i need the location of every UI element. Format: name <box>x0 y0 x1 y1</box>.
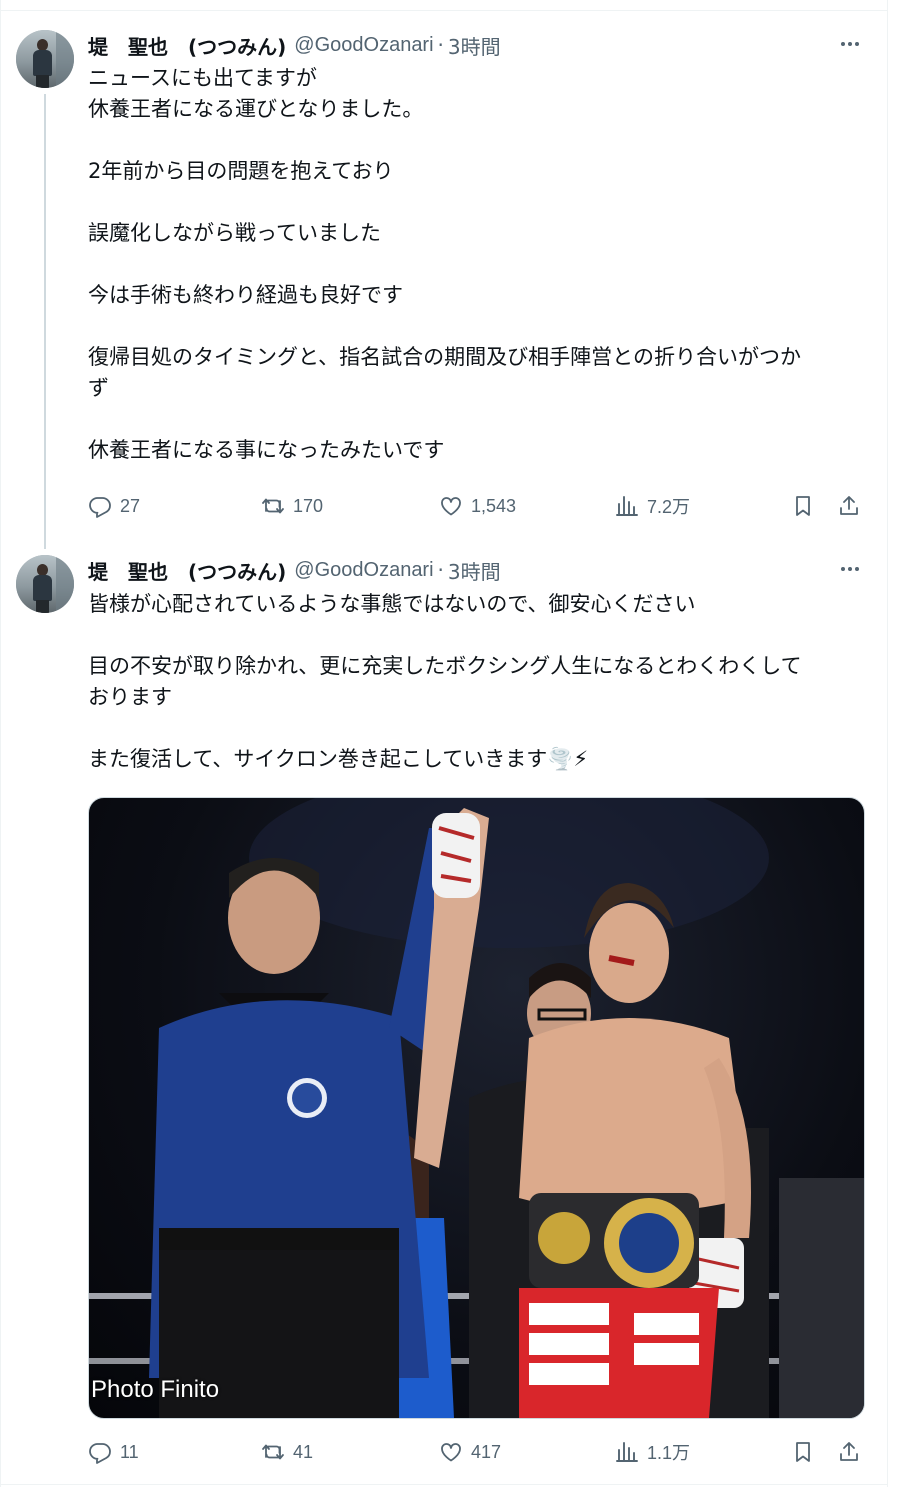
retweet-button[interactable]: 41 <box>261 1437 313 1467</box>
user-handle[interactable]: @GoodOzanari <box>294 559 433 582</box>
more-icon[interactable] <box>838 557 862 581</box>
share-button[interactable] <box>837 491 861 521</box>
avatar[interactable] <box>16 555 74 613</box>
tweet-photo[interactable]: Photo Finito <box>88 797 865 1419</box>
view-count: 7.2万 <box>647 497 691 517</box>
display-name[interactable]: 堤 聖也 (つつみん) <box>88 556 286 585</box>
text-line: 休養王者になる事になったみたいです <box>88 438 445 462</box>
views-icon <box>616 496 638 516</box>
photo-credit: Photo Finito <box>91 1376 220 1403</box>
retweet-count: 41 <box>293 1441 314 1462</box>
like-button[interactable]: 1,543 <box>439 491 516 521</box>
reply-button[interactable]: 27 <box>88 491 140 521</box>
reply-button[interactable]: 11 <box>88 1437 139 1467</box>
reply-count: 27 <box>120 495 141 516</box>
more-icon[interactable] <box>838 32 862 56</box>
text-line: ず <box>88 376 109 400</box>
text-line: 目の不安が取り除かれ、更に充実したボクシング人生になるとわくわくして <box>88 654 802 678</box>
tweet-actions: 11 41 417 1.1万 <box>88 1437 868 1467</box>
views-button[interactable]: 7.2万 <box>615 491 690 521</box>
retweet-icon <box>262 1444 284 1460</box>
reply-icon <box>89 1443 111 1464</box>
retweet-button[interactable]: 170 <box>261 491 323 521</box>
reply-icon <box>89 497 111 518</box>
separator-dot: · <box>437 558 444 582</box>
tweet-header: 堤 聖也 (つつみん) @GoodOzanari · 3時間 <box>88 30 501 60</box>
timestamp[interactable]: 3時間 <box>448 31 501 60</box>
reply-count: 11 <box>120 1441 139 1462</box>
views-icon <box>616 1442 638 1462</box>
bookmark-button[interactable] <box>791 491 815 521</box>
photo-illustration <box>89 798 864 1418</box>
display-name[interactable]: 堤 聖也 (つつみん) <box>88 31 286 60</box>
retweet-count: 170 <box>293 495 324 516</box>
like-button[interactable]: 417 <box>439 1437 501 1467</box>
like-icon <box>441 1443 461 1462</box>
share-button[interactable] <box>837 1437 861 1467</box>
avatar[interactable] <box>16 30 74 88</box>
like-count: 1,543 <box>471 495 517 516</box>
text-line: おります <box>88 685 172 709</box>
text-line: また復活して、サイクロン巻き起こしていきます🌪️⚡ <box>88 747 589 771</box>
tweet-actions: 27 170 1,543 7.2万 <box>88 491 868 521</box>
text-line: 2年前から目の問題を抱えており <box>88 159 394 183</box>
text-line: 復帰目処のタイミングと、指名試合の期間及び相手陣営との折り合いがつか <box>88 345 801 369</box>
timestamp[interactable]: 3時間 <box>448 556 501 585</box>
timeline: 堤 聖也 (つつみん) @GoodOzanari · 3時間 ニュースにも出てま… <box>0 0 897 1487</box>
like-count: 417 <box>471 1441 502 1462</box>
text-line: 今は手術も終わり経過も良好です <box>88 283 403 307</box>
retweet-icon <box>262 498 284 514</box>
text-line: 誤魔化しながら戦っていました <box>88 221 381 245</box>
thread-connector-line <box>44 94 46 549</box>
text-line: 皆様が心配されているような事態ではないので、御安心ください <box>88 592 696 616</box>
view-count: 1.1万 <box>647 1443 691 1463</box>
tweet-1[interactable]: 堤 聖也 (つつみん) @GoodOzanari · 3時間 ニュースにも出てま… <box>0 0 888 549</box>
text-line: ニュースにも出てますが <box>88 66 317 90</box>
bookmark-button[interactable] <box>791 1437 815 1467</box>
share-icon <box>840 496 858 515</box>
separator-dot: · <box>437 33 444 57</box>
tweet-text: ニュースにも出てますが 休養王者になる運びとなりました。 2年前から目の問題を抱… <box>88 63 868 466</box>
bookmark-icon <box>796 1442 810 1462</box>
user-handle[interactable]: @GoodOzanari <box>294 34 433 57</box>
views-button[interactable]: 1.1万 <box>615 1437 690 1467</box>
bottom-divider <box>0 1484 888 1485</box>
tweet-text: 皆様が心配されているような事態ではないので、御安心ください 目の不安が取り除かれ… <box>88 589 868 775</box>
like-icon <box>441 497 461 516</box>
share-icon <box>840 1442 858 1461</box>
tweet-header: 堤 聖也 (つつみん) @GoodOzanari · 3時間 <box>88 555 501 585</box>
text-line: 休養王者になる運びとなりました。 <box>88 97 424 121</box>
bookmark-icon <box>796 496 810 516</box>
